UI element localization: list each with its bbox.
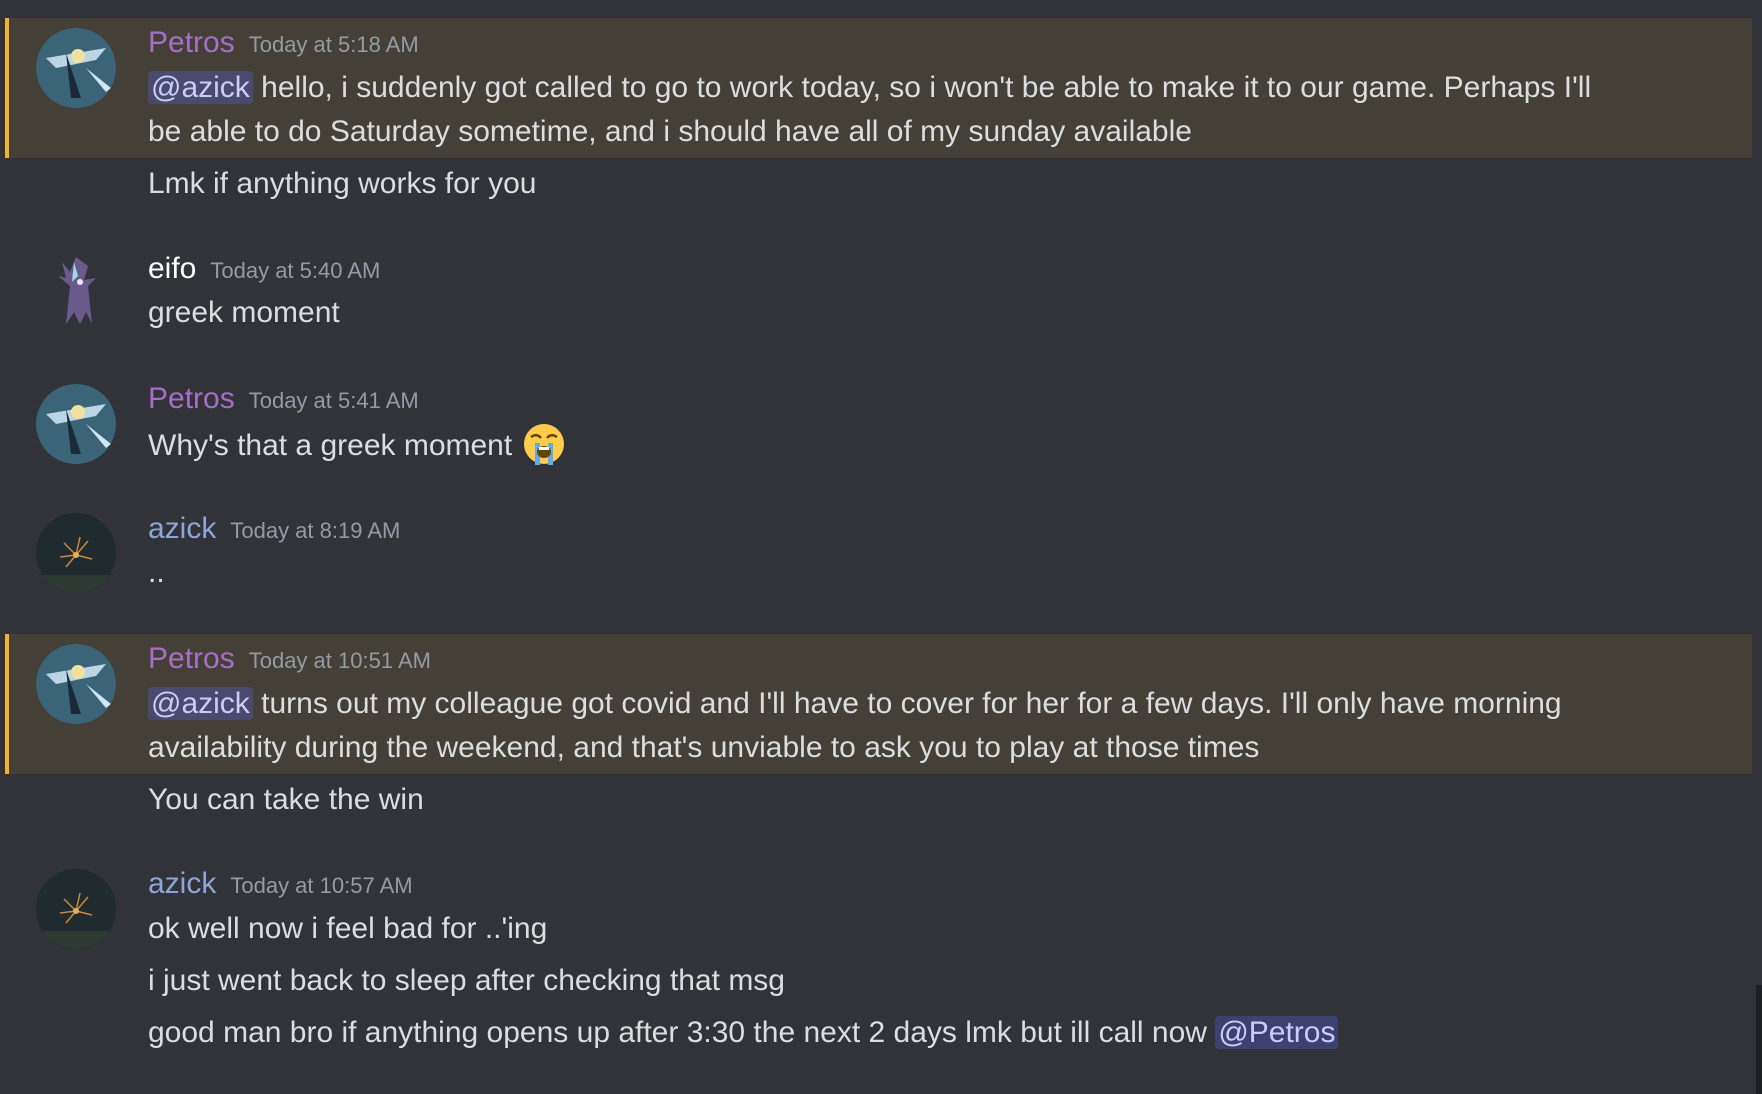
message-text: @azick hello, i suddenly got called to g… — [148, 66, 1591, 110]
message-text: good man bro if anything opens up after … — [148, 1011, 1339, 1055]
petros-avatar-icon — [36, 644, 116, 724]
timestamp: Today at 10:51 AM — [248, 648, 431, 673]
azick-avatar-icon — [36, 513, 116, 593]
message-text: ok well now i feel bad for ..'ing — [148, 912, 548, 945]
user-mention[interactable]: @azick — [148, 687, 253, 720]
avatar[interactable] — [36, 513, 116, 593]
username[interactable]: Petros — [148, 382, 235, 415]
username[interactable]: eifo — [148, 252, 196, 285]
message-text: Why's that a greek moment — [148, 421, 567, 468]
message-text: availability during the weekend, and tha… — [148, 731, 1260, 764]
message-text: @azick turns out my colleague got covid … — [148, 682, 1562, 726]
loudly-crying-face-icon[interactable] — [521, 421, 567, 467]
message-text: i just went back to sleep after checking… — [148, 964, 785, 997]
avatar[interactable] — [36, 644, 116, 724]
timestamp: Today at 5:18 AM — [248, 32, 419, 57]
petros-avatar-icon — [36, 28, 116, 108]
timestamp: Today at 5:40 AM — [210, 258, 381, 283]
avatar[interactable] — [36, 869, 116, 949]
eifo-avatar-icon — [36, 252, 116, 332]
azick-avatar-icon — [36, 869, 116, 949]
avatar[interactable] — [36, 252, 116, 332]
avatar[interactable] — [36, 384, 116, 464]
username[interactable]: Petros — [148, 642, 235, 675]
chat-message-list[interactable]: Petros Today at 5:18 AM @azick hello, i s… — [0, 0, 1762, 1094]
message-text: Lmk if anything works for you — [148, 167, 537, 200]
timestamp: Today at 5:41 AM — [248, 388, 419, 413]
username[interactable]: azick — [148, 867, 216, 900]
timestamp: Today at 8:19 AM — [230, 518, 401, 543]
petros-avatar-icon — [36, 384, 116, 464]
scrollbar[interactable] — [1756, 985, 1762, 1094]
message-text: .. — [148, 556, 165, 589]
user-mention[interactable]: @azick — [148, 71, 253, 104]
message-text: You can take the win — [148, 783, 424, 816]
message-text: greek moment — [148, 296, 340, 329]
timestamp: Today at 10:57 AM — [230, 873, 413, 898]
username[interactable]: Petros — [148, 26, 235, 59]
avatar[interactable] — [36, 28, 116, 108]
user-mention[interactable]: @Petros — [1215, 1016, 1339, 1049]
username[interactable]: azick — [148, 512, 216, 545]
message-text: be able to do Saturday sometime, and i s… — [148, 115, 1192, 148]
